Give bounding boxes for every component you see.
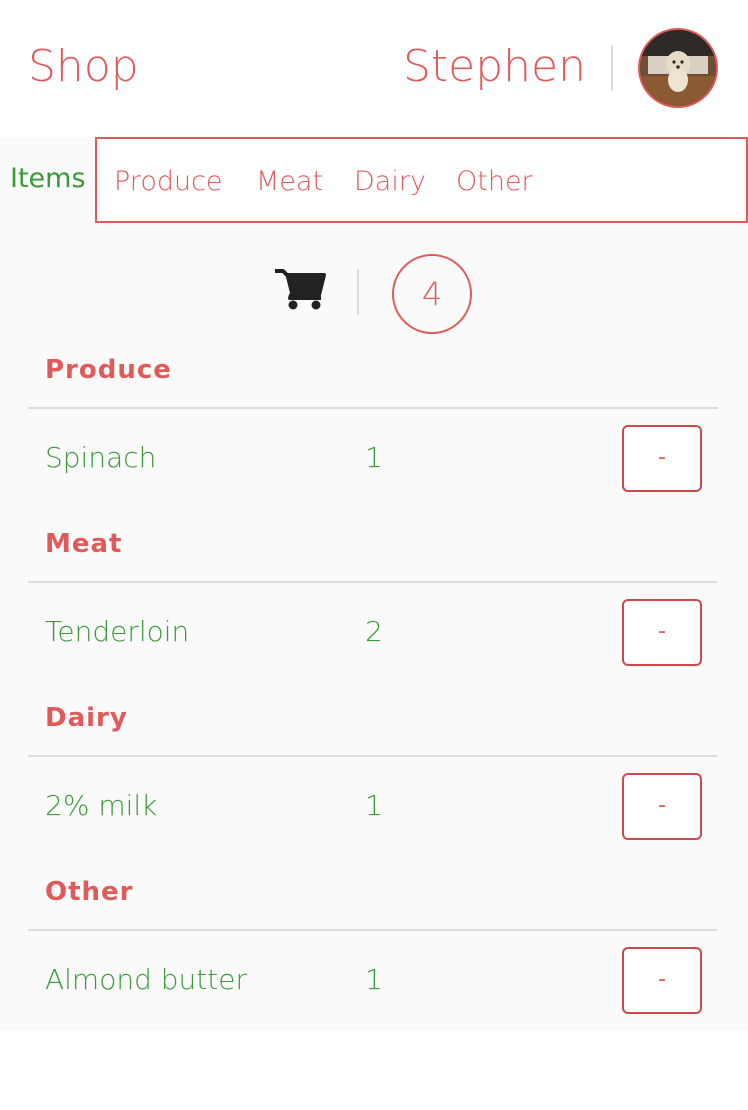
decrement-button[interactable]: -	[622, 599, 702, 666]
app-header: Shop Stephen	[0, 0, 748, 137]
item-quantity: 1	[365, 789, 383, 822]
item-name: Almond butter	[45, 963, 247, 996]
avatar[interactable]	[638, 28, 718, 108]
cart-divider	[357, 269, 359, 315]
item-name: 2% milk	[45, 789, 158, 822]
section-title-dairy: Dairy	[45, 703, 128, 733]
section-divider	[28, 929, 718, 931]
shopping-cart-icon[interactable]	[273, 267, 327, 313]
tab-other[interactable]: Other	[456, 166, 533, 197]
section-title-other: Other	[45, 877, 134, 907]
cart-count-badge: 4	[392, 254, 472, 334]
item-quantity: 1	[365, 441, 383, 474]
decrement-button[interactable]: -	[622, 947, 702, 1014]
user-name[interactable]: Stephen	[403, 38, 586, 96]
tab-dairy[interactable]: Dairy	[354, 166, 426, 197]
item-quantity: 1	[365, 963, 383, 996]
decrement-button[interactable]: -	[622, 425, 702, 492]
decrement-button[interactable]: -	[622, 773, 702, 840]
tab-meat[interactable]: Meat	[256, 166, 323, 197]
header-divider	[611, 45, 613, 91]
tab-items[interactable]: Items	[0, 137, 97, 225]
app-brand[interactable]: Shop	[28, 38, 139, 96]
item-name: Spinach	[45, 441, 157, 474]
section-divider	[28, 581, 718, 583]
section-divider	[28, 755, 718, 757]
item-name: Tenderloin	[45, 615, 190, 648]
section-title-produce: Produce	[45, 355, 172, 385]
section-divider	[28, 407, 718, 409]
item-quantity: 2	[365, 615, 383, 648]
avatar-photo	[640, 30, 716, 106]
cart-summary: 4	[0, 253, 748, 334]
category-tabs: Items Produce Meat Dairy Other	[0, 137, 748, 225]
tab-produce[interactable]: Produce	[114, 166, 223, 197]
cart-content: 4 Produce Spinach 1 - Meat Tenderloin 2 …	[0, 223, 748, 1031]
tab-row: Produce Meat Dairy Other	[96, 137, 748, 223]
section-title-meat: Meat	[45, 529, 123, 559]
